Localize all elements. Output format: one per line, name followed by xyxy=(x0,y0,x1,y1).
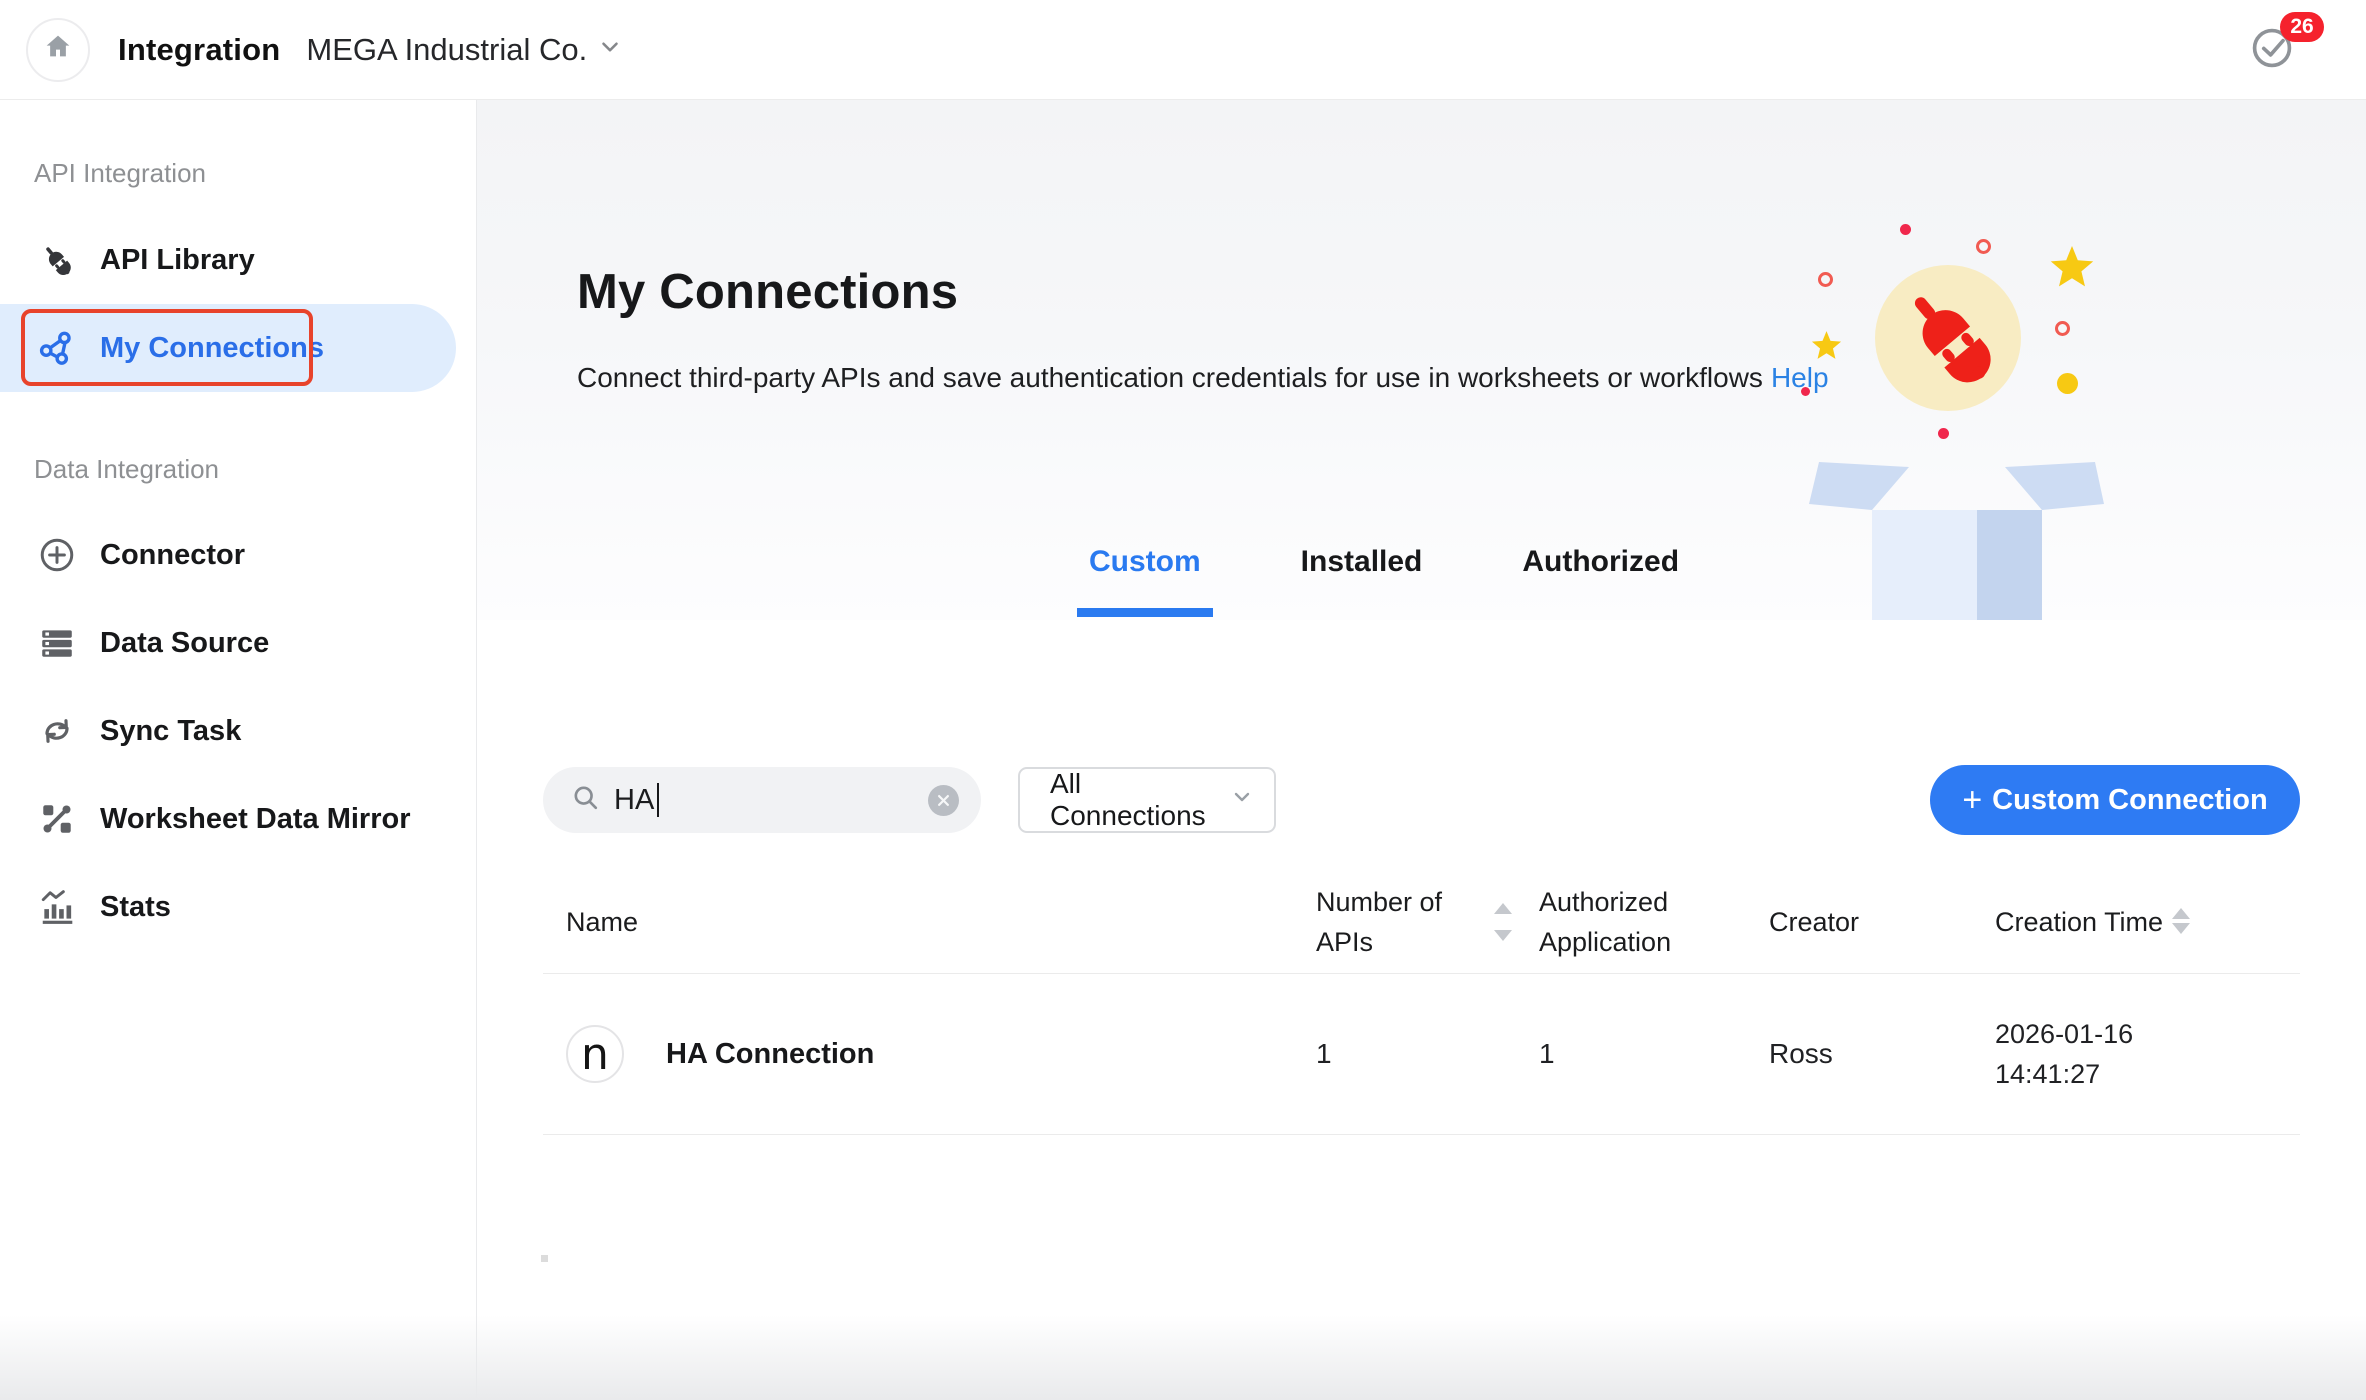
page-header: My Connections Connect third-party APIs … xyxy=(477,100,2366,620)
chevron-down-icon xyxy=(1230,784,1254,816)
plug-icon xyxy=(38,241,76,279)
search-input[interactable]: HA xyxy=(543,767,981,833)
open-box-illustration xyxy=(1809,462,2104,620)
sidebar-item-stats[interactable]: Stats xyxy=(0,863,476,951)
sort-desc-icon[interactable] xyxy=(1494,930,1512,941)
column-header-authorized-application: Authorized Application xyxy=(1539,882,1769,962)
plug-illustration-icon xyxy=(1892,280,2004,397)
illustration-circle xyxy=(1875,265,2021,411)
sidebar-item-label: Stats xyxy=(100,891,171,924)
text-caret xyxy=(657,783,659,817)
clear-search-icon[interactable] xyxy=(928,785,959,816)
search-icon xyxy=(571,783,600,817)
sidebar-item-connector[interactable]: Connector xyxy=(0,511,476,599)
sort-asc-icon[interactable] xyxy=(1494,903,1512,914)
yellow-dot xyxy=(2057,373,2078,394)
column-header-creator: Creator xyxy=(1769,902,1995,942)
connection-logo: n xyxy=(566,1025,624,1083)
connections-hub-icon xyxy=(38,329,76,367)
creator-cell: Ross xyxy=(1769,1038,1995,1070)
column-header-creation-time: Creation Time xyxy=(1995,902,2300,942)
sidebar-item-label: Worksheet Data Mirror xyxy=(100,803,411,836)
sidebar-item-my-connections[interactable]: My Connections xyxy=(0,304,456,392)
star-icon xyxy=(1810,329,1843,362)
star-icon xyxy=(2048,243,2096,291)
column-header-number-of-apis: Number of APIs xyxy=(1316,882,1539,962)
sidebar-item-label: API Library xyxy=(100,244,255,277)
custom-connection-button[interactable]: + Custom Connection xyxy=(1930,765,2300,835)
sort-asc-icon[interactable] xyxy=(2172,908,2190,919)
red-dot xyxy=(1938,428,1949,439)
plus-circle-icon xyxy=(38,536,76,574)
app-title: Integration xyxy=(118,32,280,68)
ring-dot xyxy=(1976,239,1991,254)
stray-dot xyxy=(541,1255,548,1262)
mirror-percent-icon xyxy=(38,800,76,838)
help-link[interactable]: Help xyxy=(1771,362,1829,393)
sort-desc-icon[interactable] xyxy=(2172,923,2190,934)
sidebar-section-api-integration: API Integration xyxy=(0,156,476,190)
red-dot xyxy=(1900,224,1911,235)
sidebar-item-sync-task[interactable]: Sync Task xyxy=(0,687,476,775)
connection-name: HA Connection xyxy=(666,1038,874,1071)
table-row[interactable]: n HA Connection 1 1 Ross 2026-01-16 14:4… xyxy=(543,974,2300,1135)
main-content: My Connections Connect third-party APIs … xyxy=(477,100,2366,1400)
column-header-name: Name xyxy=(566,902,1316,942)
app-window: Integration MEGA Industrial Co. 26 API I… xyxy=(0,0,2366,1400)
sidebar-item-data-source[interactable]: Data Source xyxy=(0,599,476,687)
authorized-application-cell: 1 xyxy=(1539,1038,1769,1070)
creation-time-cell: 2026-01-16 14:41:27 xyxy=(1995,1014,2300,1094)
tab-installed[interactable]: Installed xyxy=(1301,544,1423,580)
sidebar-item-label: Data Source xyxy=(100,627,269,660)
check-circle-icon xyxy=(2250,57,2294,74)
ring-dot xyxy=(1818,272,1833,287)
connection-name-cell: n HA Connection xyxy=(566,1025,1316,1083)
sync-refresh-icon xyxy=(38,712,76,750)
connections-filter-dropdown[interactable]: All Connections xyxy=(1018,767,1276,833)
server-stack-icon xyxy=(38,624,76,662)
chevron-down-icon xyxy=(597,32,623,68)
page-description: Connect third-party APIs and save authen… xyxy=(577,360,1829,396)
number-of-apis-cell: 1 xyxy=(1316,1038,1539,1070)
org-name: MEGA Industrial Co. xyxy=(306,32,587,68)
sidebar-item-label: My Connections xyxy=(100,332,324,365)
sort-control-apis[interactable] xyxy=(1494,900,1514,944)
ring-dot xyxy=(2055,321,2070,336)
sort-control-creation-time[interactable] xyxy=(2172,908,2192,936)
list-controls: HA All Connections + Custom Connection xyxy=(543,766,2300,834)
org-switcher[interactable]: MEGA Industrial Co. xyxy=(306,32,623,68)
table-header-row: Name Number of APIs Authorized Applicati… xyxy=(543,868,2300,974)
connections-table: Name Number of APIs Authorized Applicati… xyxy=(543,868,2300,1135)
top-bar: Integration MEGA Industrial Co. 26 xyxy=(0,0,2366,100)
plus-icon: + xyxy=(1962,781,1982,820)
notification-badge: 26 xyxy=(2280,12,2324,42)
sidebar-item-label: Connector xyxy=(100,539,245,572)
home-icon xyxy=(42,31,74,68)
sidebar-item-worksheet-data-mirror[interactable]: Worksheet Data Mirror xyxy=(0,775,476,863)
tab-authorized[interactable]: Authorized xyxy=(1522,544,1679,580)
bar-chart-icon xyxy=(38,888,76,926)
connections-tabs: Custom Installed Authorized xyxy=(1089,544,1679,580)
sidebar: API Integration API Library My Connectio… xyxy=(0,100,477,1400)
search-value: HA xyxy=(614,784,654,817)
sidebar-item-api-library[interactable]: API Library xyxy=(0,216,476,304)
sidebar-section-data-integration: Data Integration xyxy=(0,452,476,486)
tab-custom[interactable]: Custom xyxy=(1089,544,1201,580)
sidebar-item-label: Sync Task xyxy=(100,715,241,748)
approval-tasks-button[interactable]: 26 xyxy=(2250,26,2294,70)
page-title: My Connections xyxy=(577,264,958,320)
filter-value: All Connections xyxy=(1050,768,1230,832)
home-button[interactable] xyxy=(26,18,90,82)
